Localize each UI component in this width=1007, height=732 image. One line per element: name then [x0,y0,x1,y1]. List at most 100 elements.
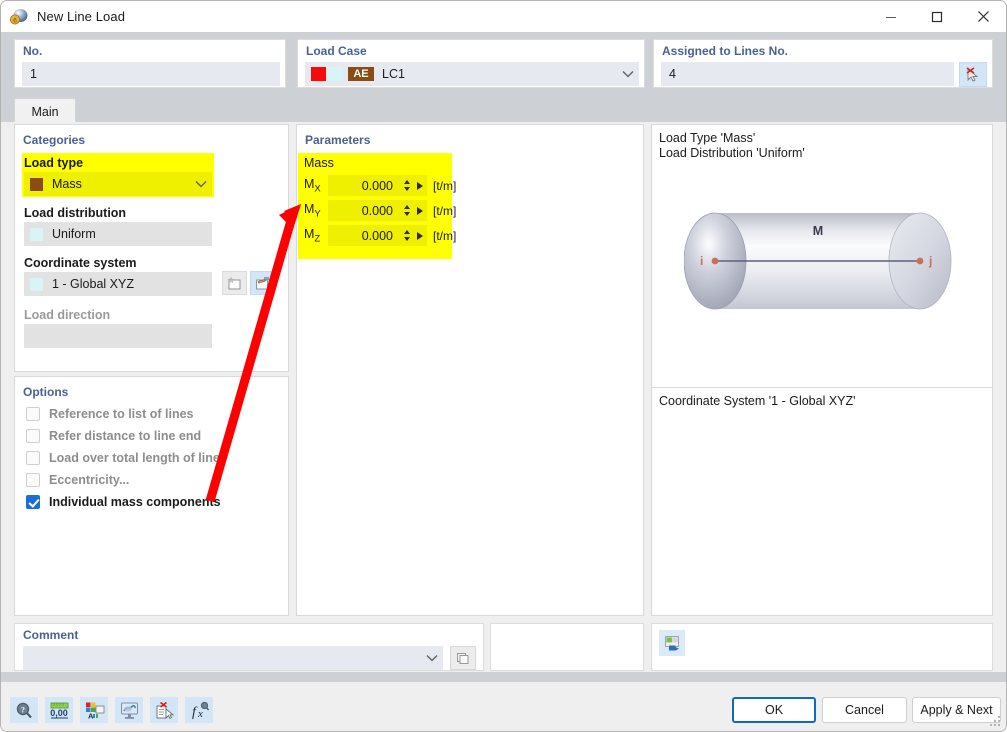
mass-y-input[interactable]: 0.000 [328,200,427,221]
window-title: New Line Load [37,9,125,24]
ok-button[interactable]: OK [732,697,816,723]
option-reference-to-list-of-lines[interactable]: Reference to list of lines [26,407,193,421]
formula-button[interactable]: f x [185,697,213,723]
maximize-button[interactable] [914,1,960,32]
delete-note-button[interactable] [150,697,178,723]
load-case-color-swatch [311,67,326,81]
no-value: 1 [30,67,37,81]
load-type-combo[interactable]: Mass [24,172,212,196]
options-title: Options [23,385,68,399]
option-eccentricity[interactable]: Eccentricity... [26,473,129,487]
mass-group-label: Mass [304,156,334,170]
load-type-value: Mass [52,177,82,191]
assigned-lines-input[interactable]: 4 [661,62,954,86]
svg-text:?: ? [21,705,25,714]
mass-y-value: 0.000 [328,204,400,218]
load-case-groupbox: Load Case AE LC1 [297,39,645,88]
load-distribution-swatch [30,228,43,241]
load-distribution-label: Load distribution [24,206,126,220]
chevron-down-icon[interactable] [190,172,212,196]
svg-text:j: j [928,254,932,268]
checkbox-icon[interactable] [26,407,40,421]
mass-y-unit: [t/m] [433,204,456,218]
mass-y-label: MY [304,202,321,220]
apply-next-button-label: Apply & Next [920,703,992,717]
expand-arrow-icon[interactable] [413,175,427,196]
checkbox-icon[interactable] [26,473,40,487]
coordinate-system-value: 1 - Global XYZ [52,277,134,291]
mass-x-unit: [t/m] [433,179,456,193]
checkbox-icon[interactable] [26,451,40,465]
expand-arrow-icon[interactable] [413,225,427,246]
comment-groupbox: Comment [14,623,484,671]
svg-text:x: x [197,708,203,720]
comment-copy-button[interactable] [450,646,476,670]
mass-x-input[interactable]: 0.000 [328,175,427,196]
mass-z-input[interactable]: 0.000 [328,225,427,246]
tab-strip: Main [1,94,1006,124]
mass-z-label: MZ [304,227,320,245]
new-coordinate-system-button[interactable] [222,271,247,295]
svg-text:i: i [700,254,703,268]
option-label: Load over total length of line [49,451,220,465]
mass-x-subscript: X [314,184,320,195]
checkbox-icon[interactable] [26,429,40,443]
display-properties-button[interactable]: A [80,697,108,723]
load-case-label: Load Case [306,44,367,58]
categories-title: Categories [23,133,85,147]
load-distribution-value: Uniform [52,227,96,241]
load-case-combo[interactable]: AE LC1 [305,62,639,86]
option-label: Eccentricity... [49,473,129,487]
edit-coordinate-system-button[interactable] [250,271,275,295]
view-button[interactable] [115,697,143,723]
resize-grip[interactable] [990,716,1002,728]
option-individual-mass-components[interactable]: Individual mass components [26,495,221,509]
expand-arrow-icon[interactable] [413,200,427,221]
header-strip: No. 1 Load Case AE LC1 Assigned to Lines… [1,32,1006,94]
option-load-over-total-length-of-line[interactable]: Load over total length of line [26,451,220,465]
svg-text:M: M [813,224,823,238]
parameters-title: Parameters [305,133,370,147]
mass-y-label-text: M [304,202,314,216]
load-case-tag: AE [348,67,374,81]
new-line-load-dialog: 6 New Line Load No. 1 Load Case [0,0,1007,732]
mass-z-label-text: M [304,227,314,241]
mass-y-subscript: Y [314,209,320,220]
svg-text:6: 6 [13,17,17,24]
tab-main[interactable]: Main [14,98,76,124]
load-preview-graphic: i j M [684,203,954,322]
select-lines-button[interactable] [959,62,987,87]
option-label: Reference to list of lines [49,407,193,421]
info-button[interactable]: ? [10,697,38,723]
option-label: Individual mass components [49,495,221,509]
preview-caption: Load Type 'Mass' Load Distribution 'Unif… [659,131,805,161]
spinner-icon[interactable] [400,200,413,221]
checkbox-checked-icon[interactable] [26,495,40,509]
load-direction-field [24,324,212,348]
spinner-icon[interactable] [400,225,413,246]
title-bar: 6 New Line Load [1,1,1006,32]
minimize-button[interactable] [868,1,914,32]
preview-image-box [651,623,993,671]
options-panel: Options Reference to list of lines Refer… [14,376,289,616]
apply-next-button[interactable]: Apply & Next [912,697,1001,723]
preview-image-button[interactable] [659,630,685,656]
main-body: Categories Load type Mass Load distribut… [1,122,1006,622]
no-groupbox: No. 1 [14,39,286,88]
comment-label: Comment [23,628,78,642]
tab-main-label: Main [31,105,58,119]
chevron-down-icon[interactable] [617,62,639,86]
spinner-icon[interactable] [400,175,413,196]
close-button[interactable] [960,1,1006,32]
comment-input[interactable] [23,646,443,670]
coordinate-preview-caption: Coordinate System '1 - Global XYZ' [659,394,856,409]
option-refer-distance-to-line-end[interactable]: Refer distance to line end [26,429,201,443]
line-load-icon: 6 [9,7,29,27]
cancel-button[interactable]: Cancel [822,697,907,723]
coordinate-system-field[interactable]: 1 - Global XYZ [24,272,212,296]
load-distribution-field[interactable]: Uniform [24,222,212,246]
no-input[interactable]: 1 [22,62,280,86]
chevron-down-icon[interactable] [421,646,443,670]
units-button[interactable]: 0,00 [45,697,73,723]
footer-spacer-box [490,623,644,671]
